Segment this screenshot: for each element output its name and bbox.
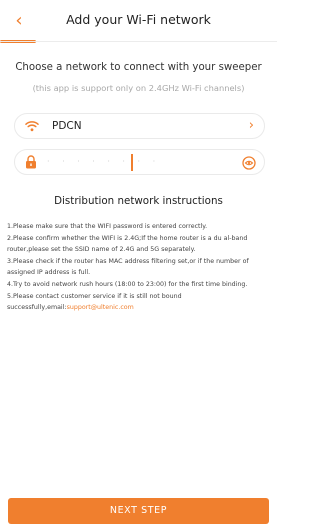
chevron-right-icon: › [248, 118, 254, 133]
instructions-title: Distribution network instructions [54, 195, 223, 207]
eye-icon[interactable] [242, 156, 256, 170]
intro-note: (this app is support only on 2.4GHz Wi-F… [32, 83, 245, 93]
app-header: ‹ Add your Wi-Fi network [0, 0, 277, 43]
intro-subtitle: Choose a network to connect with your sw… [15, 62, 262, 73]
header-divider [0, 41, 277, 42]
ssid-value: PDCN [52, 120, 82, 132]
text-caret [131, 154, 133, 171]
password-masked-value: · · · · · · · · [47, 157, 161, 166]
ssid-selector[interactable]: PDCN › [14, 113, 265, 139]
lock-icon [26, 155, 36, 169]
password-field[interactable]: · · · · · · · · [14, 149, 265, 175]
instruction-item: 4.Try to avoid network rush hours (18:00… [7, 280, 248, 288]
wifi-icon [25, 121, 39, 132]
instruction-item: 2.Please confirm whether the WIFI is 2.4… [7, 234, 248, 254]
instruction-item: 1.Please make sure that the WIFI passwor… [7, 223, 208, 230]
page-title: Add your Wi-Fi network [66, 12, 211, 27]
instruction-item: 3.Please check if the router has MAC add… [7, 257, 249, 277]
support-email-link[interactable]: support@ultenic.com [67, 304, 134, 311]
next-step-button[interactable]: NEXT STEP [8, 498, 269, 524]
instruction-item-contact: 5.Please contact customer service if it … [7, 291, 270, 314]
instructions-list: 1.Please make sure that the WIFI passwor… [7, 221, 270, 314]
